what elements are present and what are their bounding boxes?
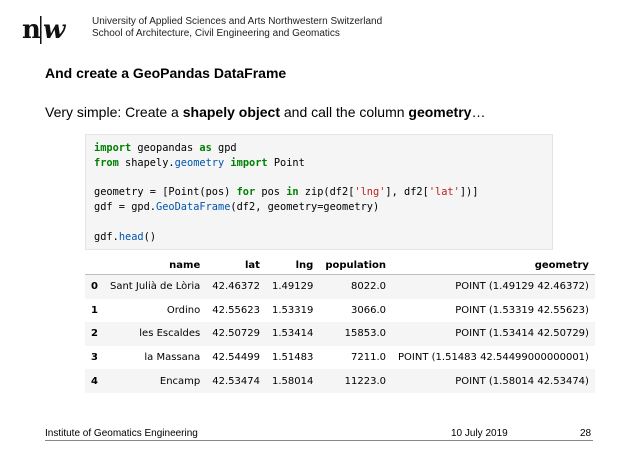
table-cell: POINT (1.53414 42.50729) [455,328,589,340]
code-line: from shapely.geometry import Point [94,156,305,169]
column-header: lng [265,257,320,275]
table-cell: 8022.0 [351,281,387,293]
page-number: 28 [580,428,592,439]
column-header: name [103,257,207,275]
table-cell: POINT (1.51483 42.54499000000001) [398,352,589,364]
table-cell: 42.54499 [212,352,260,364]
table-cell: 1.49129 [271,281,314,293]
slide-title: And create a GeoPandas DataFrame [45,65,287,81]
column-header [85,257,104,275]
subtitle-text-1: Very simple: Create a [45,104,183,120]
table-cell: 15853.0 [344,328,387,340]
table-row: 3 la Massana 42.54499 1.51483 7211.0 POINT (1… [85,346,595,370]
table-cell: 42.46372 [212,281,260,293]
svg-text:n: n [22,15,41,45]
column-header: geometry [392,257,595,275]
subtitle-bold-1: shapely object [182,104,280,120]
row-index: 4 [91,375,98,387]
footer-institute: Institute of Geomatics Engineering [45,428,198,439]
code-line: gdf.head() [94,230,157,243]
institution-line-1: University of Applied Sciences and Arts … [92,16,383,27]
table-cell: 1.51483 [271,352,314,364]
row-index: 0 [91,281,98,293]
footer-date: 10 July 2019 [451,428,508,439]
code-line: geometry = [Point(pos) for pos in zip(df… [94,186,479,199]
row-index: 1 [91,304,98,316]
table-cell: la Massana [144,352,201,364]
institution-line-2: School of Architecture, Civil Engineerin… [92,28,340,39]
column-header: lat [206,257,266,275]
table-cell: Sant Julià de Lòria [109,281,201,293]
column-header: population [319,257,393,275]
code-line: import geopandas as gpd [94,142,237,154]
table-cell: POINT (1.49129 42.46372) [455,281,589,293]
table-row: 4 Encamp 42.53474 1.58014 11223.0 POINT (1.58… [85,369,595,393]
table-cell: 1.53319 [271,304,314,316]
table-cell: 1.58014 [271,375,314,387]
slide-subtitle: Very simple: Create a shapely object and… [45,104,485,120]
table-cell: POINT (1.58014 42.53474) [455,375,589,387]
table-header-row: name lat lng population geometry [85,257,595,275]
table-cell: 42.50729 [212,328,260,340]
table-cell: 42.55623 [212,304,260,316]
institution-name: University of Applied Sciences and Arts … [92,16,382,40]
table-row: 2 les Escaldes 42.50729 1.53414 15853.0 POINT… [85,322,595,346]
table-cell: les Escaldes [139,328,201,340]
footer-divider [45,440,593,441]
code-cell: import geopandas as gpd from shapely.geom… [85,134,553,250]
code-line: gdf = gpd.GeoDataFrame(df2, geometry=geo… [94,201,380,214]
table-cell: 7211.0 [351,352,387,364]
table-cell: Encamp [159,375,201,387]
table-row: 0 Sant Julià de Lòria 42.46372 1.49129 8022.… [85,274,595,299]
table-cell: 42.53474 [212,375,260,387]
table-cell: POINT (1.53319 42.55623) [455,304,589,316]
table-cell: 11223.0 [344,375,387,387]
svg-text:w: w [43,15,67,45]
table-cell: 3066.0 [351,304,387,316]
table-cell: 1.53414 [271,328,314,340]
dataframe-table: name lat lng population geometry 0 Sant Julià… [85,257,595,393]
table-cell: Ordino [166,304,201,316]
table-row: 1 Ordino 42.55623 1.53319 3066.0 POINT (1.533… [85,299,595,323]
subtitle-text-2: and call the column [280,104,409,120]
subtitle-text-3: … [471,104,486,120]
fhnw-logo: n w [22,15,67,45]
row-index: 3 [91,352,98,364]
subtitle-bold-2: geometry [408,104,472,120]
row-index: 2 [91,328,98,340]
